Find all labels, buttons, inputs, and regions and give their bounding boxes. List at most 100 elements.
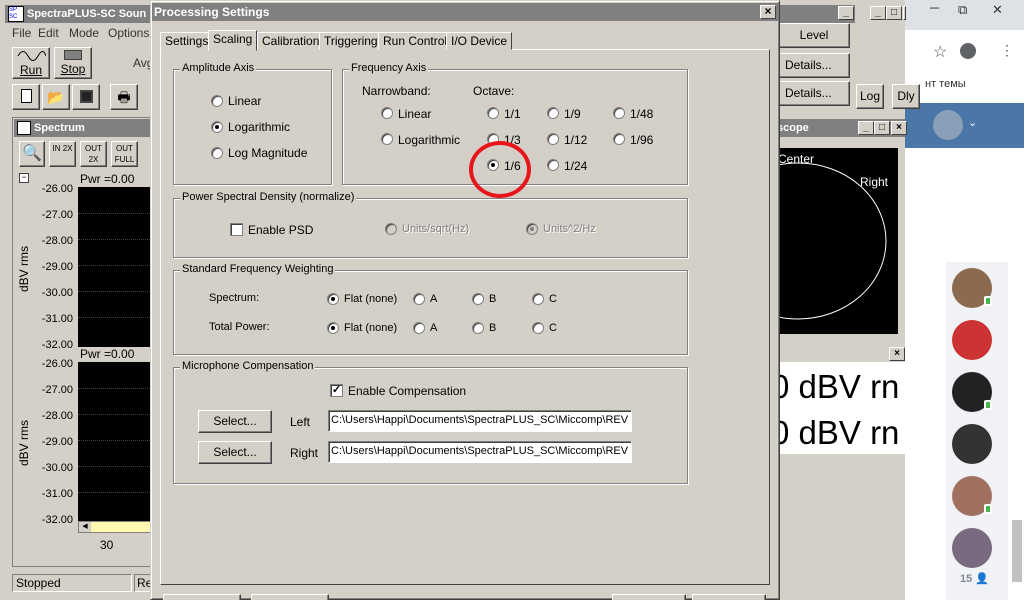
octave-1-9-label[interactable]: 1/9 (564, 107, 581, 121)
zoom-button[interactable]: 🔍 (19, 141, 45, 167)
total-power-c-label[interactable]: C (549, 322, 557, 334)
browser-menu-icon[interactable]: ⋮ (1000, 42, 1014, 59)
maximize-icon[interactable]: □ (874, 121, 890, 135)
tab-run-control[interactable]: Run Control (378, 32, 453, 50)
scroll-left-icon[interactable]: ◀ (79, 522, 91, 532)
contact-avatar[interactable] (952, 320, 992, 360)
spectrum-c-radio[interactable] (532, 293, 544, 305)
amplitude-log-magnitude-radio[interactable] (211, 147, 223, 159)
close-icon[interactable]: × (889, 347, 905, 361)
octave-1-48-radio[interactable] (613, 107, 625, 119)
collapse-icon[interactable]: − (19, 173, 29, 183)
dialog-close-icon[interactable]: × (760, 5, 776, 19)
octave-1-1-radio[interactable] (487, 107, 499, 119)
minimize-icon[interactable]: _ (870, 6, 886, 20)
help-button[interactable] (692, 594, 766, 600)
close-icon[interactable] (903, 6, 906, 20)
scope-display[interactable]: Center Right (778, 148, 898, 334)
tab-calibration[interactable]: Calibration (257, 32, 325, 50)
print-button[interactable]: 🖶 (110, 84, 138, 110)
menu-file[interactable]: File (12, 26, 31, 40)
bookmark-star-icon[interactable]: ☆ (933, 42, 947, 62)
amplitude-logarithmic-radio[interactable] (211, 121, 223, 133)
minimize-icon[interactable]: _ (858, 121, 874, 135)
minimize-icon[interactable]: _ (838, 6, 854, 20)
octave-1-48-label[interactable]: 1/48 (630, 107, 653, 121)
spectrum-c-label[interactable]: C (549, 293, 557, 305)
cancel-button[interactable] (251, 594, 329, 600)
browser-close-icon[interactable]: ✕ (992, 2, 1003, 18)
browser-restore-icon[interactable]: ⧉ (958, 2, 967, 18)
octave-1-24-label[interactable]: 1/24 (564, 159, 587, 173)
new-file-button[interactable] (12, 84, 40, 110)
zoom-full-button[interactable]: OUT FULL (111, 141, 138, 167)
total-power-flat-radio[interactable] (327, 322, 339, 334)
octave-1-9-radio[interactable] (547, 107, 559, 119)
units-sqrt-hz-radio[interactable] (385, 223, 397, 235)
units-sq-hz-radio[interactable] (526, 223, 538, 235)
octave-1-96-label[interactable]: 1/96 (630, 133, 653, 147)
left-path-field[interactable]: C:\Users\Happi\Documents\SpectraPLUS_SC\… (328, 410, 632, 432)
stop-button[interactable]: Stop (54, 47, 92, 79)
close-icon[interactable]: × (891, 121, 907, 135)
enable-compensation-checkbox[interactable]: ✓ (330, 384, 343, 397)
spectrum-b-radio[interactable] (472, 293, 484, 305)
run-button[interactable]: Run (12, 47, 50, 79)
contact-avatar[interactable] (952, 424, 992, 464)
total-power-flat-label[interactable]: Flat (none) (344, 322, 397, 334)
profile-icon[interactable] (960, 43, 976, 59)
select-right-button[interactable]: Select... (198, 441, 272, 464)
user-avatar[interactable] (933, 110, 963, 140)
octave-1-1-label[interactable]: 1/1 (504, 107, 521, 121)
bottom-plot-area[interactable] (78, 362, 156, 522)
tab-scaling[interactable]: Scaling (208, 30, 258, 51)
contact-avatar[interactable] (952, 528, 992, 568)
ok-button[interactable] (163, 594, 241, 600)
scrollbar[interactable] (1012, 520, 1022, 582)
narrowband-logarithmic-radio[interactable] (381, 133, 393, 145)
total-power-a-label[interactable]: A (430, 322, 437, 334)
octave-1-24-radio[interactable] (547, 159, 559, 171)
spectrum-b-label[interactable]: B (489, 293, 496, 305)
zoom-out-button[interactable]: OUT 2X (80, 141, 107, 167)
amplitude-linear-radio[interactable] (211, 95, 223, 107)
total-power-b-label[interactable]: B (489, 322, 496, 334)
amplitude-logarithmic-label[interactable]: Logarithmic (228, 120, 290, 134)
total-power-b-radio[interactable] (472, 322, 484, 334)
tab-settings[interactable]: Settings (160, 32, 214, 50)
narrowband-logarithmic-label[interactable]: Logarithmic (398, 133, 460, 147)
dly-button[interactable]: Dly (892, 84, 920, 109)
details-button-1[interactable]: Details... (778, 53, 850, 78)
amplitude-linear-label[interactable]: Linear (228, 94, 261, 108)
octave-1-12-label[interactable]: 1/12 (564, 133, 587, 147)
narrowband-linear-label[interactable]: Linear (398, 107, 431, 121)
spectrum-flat-radio[interactable] (327, 293, 339, 305)
menu-options[interactable]: Options (108, 26, 149, 40)
total-power-a-radio[interactable] (413, 322, 425, 334)
octave-1-96-radio[interactable] (613, 133, 625, 145)
browser-minimize-icon[interactable]: ─ (930, 0, 939, 15)
top-plot-area[interactable] (78, 187, 156, 347)
octave-1-12-radio[interactable] (547, 133, 559, 145)
apply-button[interactable] (612, 594, 686, 600)
amplitude-log-magnitude-label[interactable]: Log Magnitude (228, 146, 307, 160)
maximize-icon[interactable]: □ (886, 6, 902, 20)
enable-psd-checkbox[interactable] (230, 223, 243, 236)
chevron-down-icon[interactable]: ⌄ (968, 116, 977, 129)
menu-mode[interactable]: Mode (69, 26, 99, 40)
total-power-c-radio[interactable] (532, 322, 544, 334)
select-left-button[interactable]: Select... (198, 410, 272, 433)
right-path-field[interactable]: C:\Users\Happi\Documents\SpectraPLUS_SC\… (328, 441, 632, 463)
level-button[interactable]: Level (778, 23, 850, 48)
save-button[interactable] (72, 84, 100, 110)
enable-compensation-label[interactable]: Enable Compensation (348, 384, 466, 398)
zoom-in-button[interactable]: IN 2X (49, 141, 76, 167)
spectrum-a-radio[interactable] (413, 293, 425, 305)
menu-edit[interactable]: Edit (38, 26, 59, 40)
tab-io-device[interactable]: I/O Device (446, 32, 513, 50)
details-button-2[interactable]: Details... (778, 81, 850, 106)
spectrum-flat-label[interactable]: Flat (none) (344, 293, 397, 305)
log-button[interactable]: Log (856, 84, 884, 109)
open-file-button[interactable]: 📂 (42, 84, 70, 110)
units-sq-hz-label[interactable]: Units^2/Hz (543, 223, 596, 235)
